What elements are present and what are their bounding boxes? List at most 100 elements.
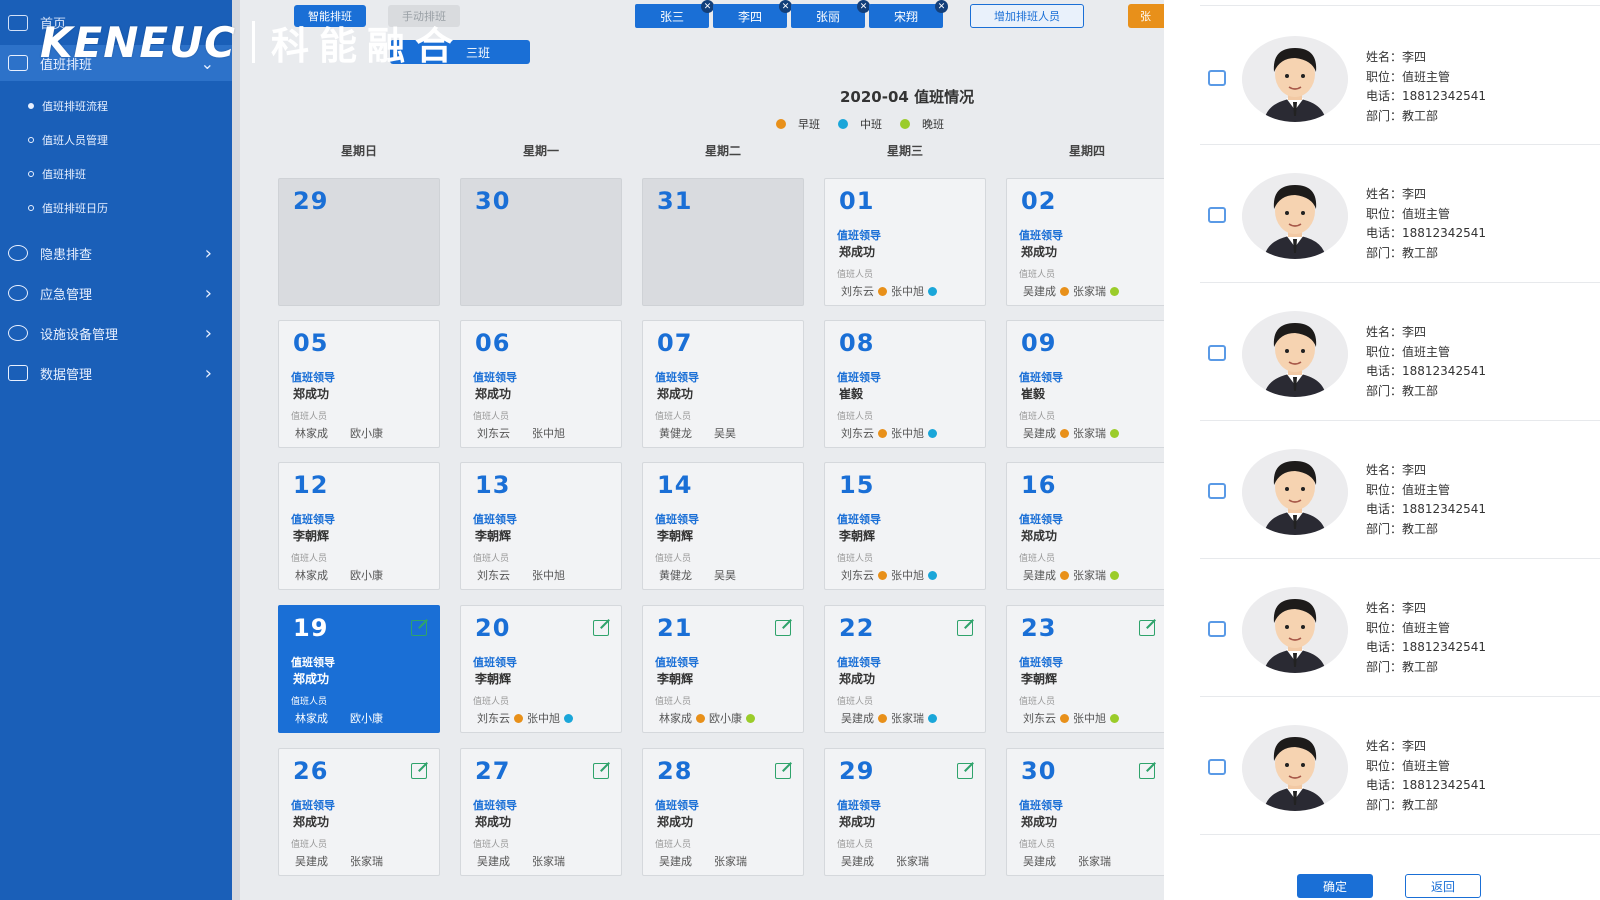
calendar-day-cell[interactable]: 28 值班领导 郑成功 值班人员 吴建成 张家瑞	[642, 748, 804, 876]
edit-icon[interactable]	[775, 620, 791, 636]
close-icon[interactable]: ✕	[935, 0, 948, 13]
sidebar-item-hazard[interactable]: 隐患排查 ›	[0, 233, 232, 273]
calendar-day-cell[interactable]: 29 值班领导 郑成功 值班人员 吴建成 张家瑞	[824, 748, 986, 876]
staff-label: 值班人员	[291, 412, 328, 422]
lead-label: 值班领导	[655, 371, 699, 384]
select-checkbox[interactable]	[1208, 345, 1226, 361]
staff-name: 吴昊	[714, 569, 736, 582]
person-chip[interactable]: 张三 ✕	[635, 0, 714, 28]
staff-label: 值班人员	[1019, 412, 1056, 422]
calendar-day-cell[interactable]: 16 值班领导 郑成功 值班人员 吴建成 张家瑞	[1006, 462, 1168, 590]
edit-icon[interactable]	[1139, 620, 1155, 636]
day-number: 26	[293, 757, 329, 785]
staff-name: 吴建成	[1023, 285, 1056, 298]
person-chip[interactable]: 张丽 ✕	[791, 0, 870, 28]
person-chip[interactable]: 宋翔 ✕	[869, 0, 948, 28]
calendar-day-cell[interactable]: 23 值班领导 李朝辉 值班人员 刘东云 张中旭	[1006, 605, 1168, 733]
calendar-day-cell[interactable]: 22 值班领导 郑成功 值班人员 吴建成 张家瑞	[824, 605, 986, 733]
bullet-icon	[28, 171, 34, 177]
staff-label: 值班人员	[291, 554, 328, 564]
calendar-day-cell[interactable]: 14 值班领导 李朝辉 值班人员 黄健龙 吴昊	[642, 462, 804, 590]
calendar-day-cell[interactable]: 02 值班领导 郑成功 值班人员 吴建成 张家瑞	[1006, 178, 1168, 306]
staff-label: 值班人员	[1019, 270, 1056, 280]
staff-name: 吴建成	[1023, 569, 1056, 582]
person-dept: 部门：教工部	[1366, 797, 1439, 812]
staff-list: 刘东云 张中旭	[477, 567, 565, 583]
staff-list: 刘东云 张中旭	[841, 425, 937, 441]
list-item[interactable]: 姓名：李四 职位：值班主管 电话：18812342541 部门：教工部	[1200, 281, 1600, 421]
calendar-day-cell[interactable]: 20 值班领导 李朝辉 值班人员 刘东云 张中旭	[460, 605, 622, 733]
edit-icon[interactable]	[1139, 763, 1155, 779]
sidebar-item-emergency[interactable]: 应急管理 ›	[0, 273, 232, 313]
weekday-header: 星期日	[340, 144, 377, 158]
edit-icon[interactable]	[411, 763, 427, 779]
staff-name: 张家瑞	[1073, 427, 1106, 440]
calendar-day-cell[interactable]: 30 值班领导 郑成功 值班人员 吴建成 张家瑞	[1006, 748, 1168, 876]
sidebar-subitem-calendar[interactable]: 值班排班日历	[0, 191, 232, 225]
calendar-day-cell[interactable]: 12 值班领导 李朝辉 值班人员 林家成 欧小康	[278, 462, 440, 590]
select-checkbox[interactable]	[1208, 759, 1226, 775]
calendar-day-cell[interactable]: 09 值班领导 崔毅 值班人员 吴建成 张家瑞	[1006, 320, 1168, 448]
staff-name: 张中旭	[891, 285, 924, 298]
legend-label: 中班	[860, 118, 882, 131]
sidebar: 首页 值班排班 ⌄ 值班排班流程 值班人员管理 值班排班 值班排班日历 隐患排查…	[0, 0, 232, 900]
sidebar-subitem-staff[interactable]: 值班人员管理	[0, 123, 232, 157]
sidebar-item-facility[interactable]: 设施设备管理 ›	[0, 313, 232, 353]
network-icon	[8, 245, 28, 261]
edit-icon[interactable]	[411, 620, 427, 636]
list-item[interactable]: 姓名：李四 职位：值班主管 电话：18812342541 部门：教工部	[1200, 143, 1600, 283]
calendar-day-cell[interactable]: 08 值班领导 崔毅 值班人员 刘东云 张中旭	[824, 320, 986, 448]
shift-dot	[746, 713, 755, 723]
staff-list: 林家成 欧小康	[295, 425, 383, 441]
legend-label: 早班	[798, 118, 820, 131]
legend-item: 中班	[838, 116, 882, 132]
day-number: 12	[293, 471, 329, 499]
person-chip[interactable]: 李四 ✕	[713, 0, 792, 28]
calendar-day-cell[interactable]: 26 值班领导 郑成功 值班人员 吴建成 张家瑞	[278, 748, 440, 876]
edit-icon[interactable]	[593, 620, 609, 636]
add-person-button[interactable]: 增加排班人员	[970, 4, 1084, 28]
edit-icon[interactable]	[775, 763, 791, 779]
list-item[interactable]: 姓名：李四 职位：值班主管 电话：18812342541 部门：教工部	[1200, 695, 1600, 835]
confirm-button[interactable]: 确定	[1297, 874, 1373, 898]
back-button[interactable]: 返回	[1405, 874, 1481, 898]
list-item[interactable]: 姓名：李四 职位：值班主管 电话：18812342541 部门：教工部	[1200, 5, 1600, 145]
day-number: 15	[839, 471, 875, 499]
calendar-day-cell[interactable]: 19 值班领导 郑成功 值班人员 林家成 欧小康	[278, 605, 440, 733]
day-number: 22	[839, 614, 875, 642]
calendar-day-cell[interactable]: 21 值班领导 李朝辉 值班人员 林家成 欧小康	[642, 605, 804, 733]
avatar	[1242, 36, 1348, 122]
calendar-day-cell[interactable]: 07 值班领导 郑成功 值班人员 黄健龙 吴昊	[642, 320, 804, 448]
select-checkbox[interactable]	[1208, 70, 1226, 86]
calendar-day-cell[interactable]: 31	[642, 178, 804, 306]
calendar-day-cell[interactable]: 29	[278, 178, 440, 306]
calendar-day-cell[interactable]: 30	[460, 178, 622, 306]
calendar-day-cell[interactable]: 13 值班领导 李朝辉 值班人员 刘东云 张中旭	[460, 462, 622, 590]
list-item[interactable]: 姓名：李四 职位：值班主管 电话：18812342541 部门：教工部	[1200, 557, 1600, 697]
select-checkbox[interactable]	[1208, 621, 1226, 637]
person-info: 姓名：李四 职位：值班主管 电话：18812342541 部门：教工部	[1366, 323, 1486, 401]
lead-name: 郑成功	[1021, 529, 1058, 543]
edit-icon[interactable]	[957, 763, 973, 779]
list-item[interactable]: 姓名：李四 职位：值班主管 电话：18812342541 部门：教工部	[1200, 419, 1600, 559]
lead-name: 郑成功	[839, 815, 876, 829]
staff-label: 值班人员	[655, 412, 692, 422]
chevron-right-icon: ›	[204, 282, 212, 304]
staff-name: 吴昊	[714, 427, 736, 440]
calendar-day-cell[interactable]: 05 值班领导 郑成功 值班人员 林家成 欧小康	[278, 320, 440, 448]
sidebar-subitem-schedule[interactable]: 值班排班	[0, 157, 232, 191]
edit-icon[interactable]	[957, 620, 973, 636]
calendar-day-cell[interactable]: 15 值班领导 李朝辉 值班人员 刘东云 张中旭	[824, 462, 986, 590]
person-dept: 部门：教工部	[1366, 521, 1439, 536]
day-number: 21	[657, 614, 693, 642]
calendar-day-cell[interactable]: 01 值班领导 郑成功 值班人员 刘东云 张中旭	[824, 178, 986, 306]
select-checkbox[interactable]	[1208, 483, 1226, 499]
sidebar-item-data[interactable]: 数据管理 ›	[0, 353, 232, 393]
sidebar-subitem-process[interactable]: 值班排班流程	[0, 89, 232, 123]
calendar-day-cell[interactable]: 27 值班领导 郑成功 值班人员 吴建成 张家瑞	[460, 748, 622, 876]
calendar-day-cell[interactable]: 06 值班领导 郑成功 值班人员 刘东云 张中旭	[460, 320, 622, 448]
edit-icon[interactable]	[593, 763, 609, 779]
staff-name: 张中旭	[527, 712, 560, 725]
select-checkbox[interactable]	[1208, 207, 1226, 223]
logo-divider	[252, 21, 256, 63]
